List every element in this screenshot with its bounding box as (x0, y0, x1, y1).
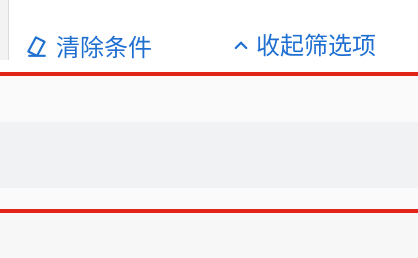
filter-row-band (0, 122, 418, 188)
clear-filters-label: 清除条件 (56, 34, 152, 62)
left-panel-edge (0, 0, 9, 60)
clear-filters-button[interactable]: 清除条件 (24, 32, 152, 64)
collapse-filters-label: 收起筛选项 (256, 32, 376, 60)
filter-panel: 清除条件 收起筛选项 (0, 0, 418, 258)
collapse-filters-button[interactable]: 收起筛选项 (232, 32, 376, 60)
eraser-icon (24, 32, 56, 64)
highlight-bottom-line (0, 209, 418, 213)
chevron-up-icon (232, 32, 256, 60)
